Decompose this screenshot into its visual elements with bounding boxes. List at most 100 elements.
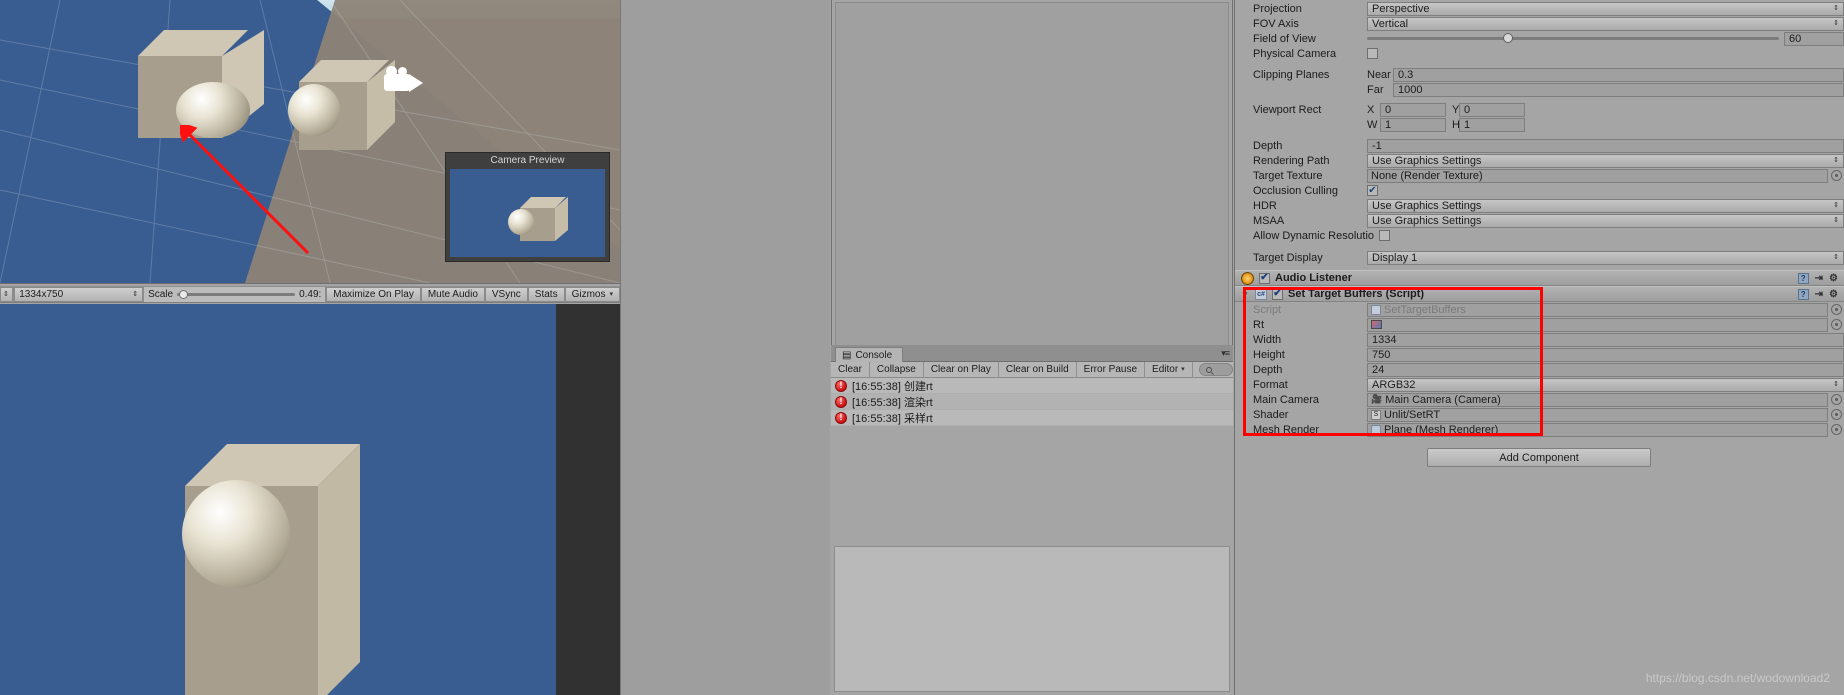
- fov-axis-label: FOV Axis: [1253, 17, 1299, 30]
- msaa-value: Use Graphics Settings: [1372, 214, 1482, 227]
- log-message: [16:55:38] 采样rt: [852, 412, 933, 425]
- object-picker-icon[interactable]: [1831, 424, 1842, 435]
- script-objectfield: SetTargetBuffers: [1367, 302, 1828, 317]
- physical-camera-checkbox[interactable]: [1367, 48, 1378, 59]
- display-dropdown[interactable]: ⇕: [0, 287, 14, 302]
- depth-label: Depth: [1253, 139, 1283, 152]
- allow-dynamic-checkbox[interactable]: [1379, 230, 1390, 241]
- search-icon: [1205, 366, 1212, 373]
- mesh-render-objectfield[interactable]: Plane (Mesh Renderer): [1367, 422, 1828, 437]
- row-clipping-planes-far: Far 1000: [1235, 82, 1844, 97]
- projection-dropdown[interactable]: Perspective ⇕: [1367, 1, 1844, 16]
- gizmos-label: Gizmos: [571, 289, 606, 300]
- tab-console[interactable]: ▤ Console: [835, 347, 904, 362]
- format-dropdown[interactable]: ARGB32 ⇕: [1367, 377, 1844, 392]
- row-allow-dynamic-resolution: Allow Dynamic Resolutio: [1235, 228, 1844, 243]
- row-script: Script SetTargetBuffers: [1235, 302, 1844, 317]
- audio-listener-icon: [1241, 271, 1254, 285]
- console-detail-pane[interactable]: [834, 546, 1230, 692]
- editor-dropdown[interactable]: Editor ▾: [1145, 361, 1193, 378]
- object-picker-icon[interactable]: [1831, 319, 1842, 330]
- msaa-dropdown[interactable]: Use Graphics Settings ⇕: [1367, 213, 1844, 228]
- log-row[interactable]: ! [16:55:38] 采样rt: [831, 410, 1233, 426]
- console-log-list[interactable]: ! [16:55:38] 创建rt ! [16:55:38] 渲染rt ! [1…: [831, 378, 1233, 426]
- error-pause-button[interactable]: Error Pause: [1077, 361, 1146, 378]
- preset-icon[interactable]: ⇥: [1815, 273, 1823, 284]
- help-icon[interactable]: ?: [1797, 272, 1809, 284]
- near-input[interactable]: 0.3: [1393, 67, 1844, 82]
- clear-on-play-button[interactable]: Clear on Play: [924, 361, 999, 378]
- main-camera-value: Main Camera (Camera): [1385, 393, 1501, 406]
- game-sphere: [182, 480, 290, 588]
- audio-listener-enabled-checkbox[interactable]: ✔: [1259, 272, 1270, 284]
- error-icon: !: [835, 411, 847, 424]
- resolution-dropdown[interactable]: 1334x750 ⇕: [14, 287, 144, 302]
- object-picker-icon[interactable]: [1831, 409, 1842, 420]
- clear-on-build-button[interactable]: Clear on Build: [999, 361, 1077, 378]
- log-row[interactable]: ! [16:55:38] 渲染rt: [831, 394, 1233, 410]
- log-row[interactable]: ! [16:55:38] 创建rt: [831, 378, 1233, 394]
- rt-objectfield[interactable]: [1367, 317, 1828, 332]
- viewport-h-input[interactable]: 1: [1459, 117, 1525, 132]
- object-picker-icon[interactable]: [1831, 170, 1842, 181]
- far-input[interactable]: 1000: [1393, 82, 1844, 97]
- viewport-w-input[interactable]: 1: [1380, 117, 1446, 132]
- viewport-y-input[interactable]: 0: [1459, 102, 1525, 117]
- set-target-buffers-enabled-checkbox[interactable]: ✔: [1272, 288, 1283, 300]
- component-header-audio-listener[interactable]: ✔ Audio Listener ? ⇥ ⚙: [1235, 270, 1844, 286]
- gear-icon[interactable]: ⚙: [1829, 273, 1838, 284]
- component-header-set-target-buffers[interactable]: ▼ c# ✔ Set Target Buffers (Script) ? ⇥ ⚙: [1235, 286, 1844, 302]
- hdr-label: HDR: [1253, 199, 1277, 212]
- collapse-button[interactable]: Collapse: [870, 361, 924, 378]
- shader-objectfield[interactable]: S Unlit/SetRT: [1367, 407, 1828, 422]
- hdr-dropdown[interactable]: Use Graphics Settings ⇕: [1367, 198, 1844, 213]
- camera-preview-render: [450, 169, 605, 257]
- object-picker-icon[interactable]: [1831, 394, 1842, 405]
- chevron-updown-icon: ⇕: [1833, 217, 1839, 224]
- chevron-updown-icon: ⇕: [1833, 202, 1839, 209]
- target-display-label: Target Display: [1253, 251, 1323, 264]
- fov-axis-value: Vertical: [1372, 17, 1409, 30]
- fov-axis-dropdown[interactable]: Vertical ⇕: [1367, 16, 1844, 31]
- clear-button[interactable]: Clear: [831, 361, 870, 378]
- camera-preview-title: Camera Preview: [446, 153, 609, 168]
- error-icon: !: [835, 379, 847, 392]
- scale-slider[interactable]: [177, 287, 296, 302]
- main-camera-objectfield[interactable]: 🎥 Main Camera (Camera): [1367, 392, 1828, 407]
- row-viewport-rect-wh: W 1 H 1: [1235, 117, 1844, 132]
- target-display-dropdown[interactable]: Display 1 ⇕: [1367, 250, 1844, 265]
- camera-gizmo-icon[interactable]: [382, 66, 432, 96]
- rendering-path-dropdown[interactable]: Use Graphics Settings ⇕: [1367, 153, 1844, 168]
- gizmos-button[interactable]: Gizmos ▾: [564, 287, 621, 302]
- viewport-h-label: H: [1452, 118, 1460, 131]
- add-component-button[interactable]: Add Component: [1427, 448, 1651, 467]
- object-picker-icon[interactable]: [1831, 304, 1842, 315]
- row-msaa: MSAA Use Graphics Settings ⇕: [1235, 213, 1844, 228]
- fov-slider[interactable]: [1367, 33, 1779, 43]
- fov-value-input[interactable]: 60: [1784, 31, 1844, 46]
- game-view[interactable]: [0, 304, 620, 695]
- console-tabbar: ▤ Console ▾≡: [831, 345, 1233, 362]
- console-search-input[interactable]: [1198, 363, 1233, 376]
- inspector-panel: Projection Perspective ⇕ FOV Axis Vertic…: [1234, 0, 1844, 695]
- csharp-script-icon: c#: [1255, 288, 1267, 300]
- console-menu-icon[interactable]: ▾≡: [1221, 348, 1230, 359]
- vsync-button[interactable]: VSync: [484, 287, 528, 302]
- chevron-down-icon[interactable]: ▼: [1241, 290, 1250, 299]
- rendering-path-value: Use Graphics Settings: [1372, 154, 1482, 167]
- width-input[interactable]: 1334: [1367, 332, 1844, 347]
- depth-input[interactable]: -1: [1367, 138, 1844, 153]
- viewport-x-input[interactable]: 0: [1380, 102, 1446, 117]
- scene-view[interactable]: Camera Preview: [0, 0, 620, 283]
- preset-icon[interactable]: ⇥: [1815, 289, 1823, 300]
- mute-audio-button[interactable]: Mute Audio: [420, 287, 485, 302]
- occlusion-culling-checkbox[interactable]: ✔: [1367, 185, 1378, 196]
- gear-icon[interactable]: ⚙: [1829, 289, 1838, 300]
- script-depth-input[interactable]: 24: [1367, 362, 1844, 377]
- target-texture-objectfield[interactable]: None (Render Texture): [1367, 168, 1828, 183]
- height-input[interactable]: 750: [1367, 347, 1844, 362]
- maximize-on-play-button[interactable]: Maximize On Play: [326, 287, 421, 302]
- width-label: Width: [1253, 333, 1282, 346]
- stats-button[interactable]: Stats: [527, 287, 565, 302]
- help-icon[interactable]: ?: [1797, 288, 1809, 300]
